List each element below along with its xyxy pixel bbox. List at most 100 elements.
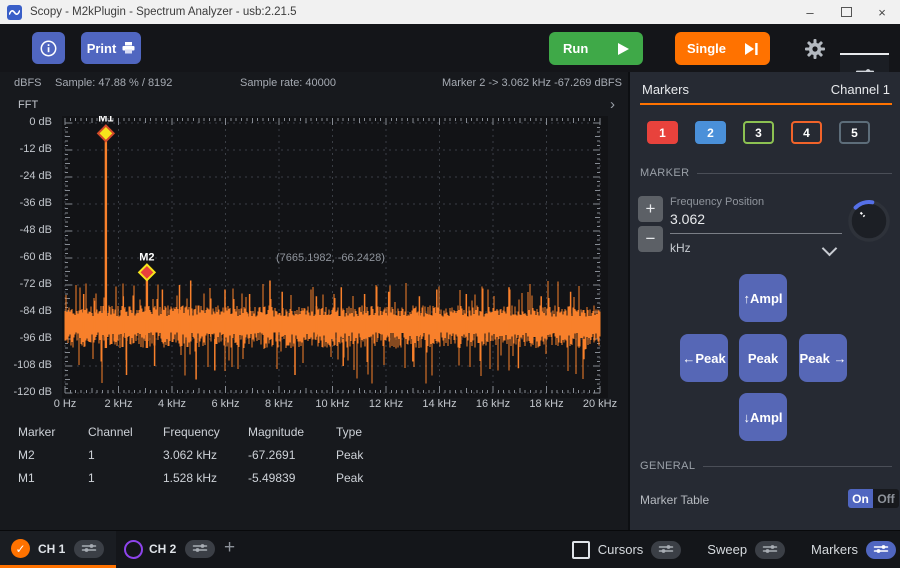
- frequency-knob[interactable]: [846, 198, 892, 249]
- marker-table-header-cell: Marker: [18, 425, 88, 439]
- sample-rate-status: Sample rate: 40000: [240, 77, 336, 89]
- y-axis-tick-label: -108 dB: [0, 359, 52, 371]
- marker-table-header-cell: Magnitude: [248, 425, 336, 439]
- marker-table-cell: Peak: [336, 448, 396, 462]
- channel2-label: CH 2: [149, 542, 176, 556]
- bottom-right-toggles: Cursors Sweep Markers: [572, 531, 896, 568]
- gear-icon[interactable]: [804, 38, 826, 60]
- sliders-icon: [873, 541, 889, 559]
- panel-divider: [640, 103, 892, 105]
- scopy-logo-icon: [7, 5, 22, 20]
- marker-table-cell: M1: [18, 471, 88, 485]
- x-axis-tick-label: 8 kHz: [253, 398, 305, 410]
- y-axis-tick-label: -60 dB: [0, 251, 52, 263]
- channel2-settings-button[interactable]: [185, 540, 215, 558]
- play-to-end-icon: [745, 43, 758, 55]
- y-axis-tick-label: -120 dB: [0, 386, 52, 398]
- sweep-label: Sweep: [707, 542, 747, 557]
- marker-button-2[interactable]: 2: [695, 121, 726, 144]
- close-button[interactable]: ×: [864, 0, 900, 24]
- frequency-position-label: Frequency Position: [670, 196, 764, 208]
- marker-button-3[interactable]: 3: [743, 121, 774, 144]
- marker-table-cell: 1.528 kHz: [163, 471, 248, 485]
- y-axis-tick-label: -84 dB: [0, 305, 52, 317]
- general-section-heading: GENERAL: [640, 460, 892, 472]
- chevron-down-icon[interactable]: [822, 241, 838, 257]
- channel1-enable-checkbox[interactable]: ✓: [11, 539, 30, 558]
- sample-status: Sample: 47.88 % / 8192: [55, 77, 172, 89]
- unit-label: dBFS: [14, 77, 42, 89]
- maximize-button[interactable]: [828, 0, 864, 24]
- print-button[interactable]: Print: [81, 32, 141, 64]
- panel-channel-label[interactable]: Channel 1: [831, 82, 890, 97]
- x-axis-tick-label: 6 kHz: [200, 398, 252, 410]
- marker-table-label: Marker Table: [640, 493, 709, 507]
- marker-table-toggle[interactable]: On Off: [848, 489, 899, 508]
- cursors-settings-button[interactable]: [651, 541, 681, 559]
- y-axis-tick-label: -96 dB: [0, 332, 52, 344]
- markers-panel: Markers Channel 1 12345 MARKER + − Frequ…: [628, 72, 900, 530]
- y-axis-tick-label: 0 dB: [0, 116, 52, 128]
- marker-table-cell: M2: [18, 448, 88, 462]
- amplitude-up-button[interactable]: ↑Ampl: [739, 274, 787, 322]
- sliders-icon: [658, 541, 674, 559]
- marker-table-header-cell: Type: [336, 425, 396, 439]
- marker-table-header-cell: Channel: [88, 425, 163, 439]
- peak-button[interactable]: Peak: [739, 334, 787, 382]
- x-axis-tick-label: 16 kHz: [467, 398, 519, 410]
- sweep-settings-button[interactable]: [755, 541, 785, 559]
- channel1-settings-button[interactable]: [74, 540, 104, 558]
- y-axis-tick-label: -36 dB: [0, 197, 52, 209]
- x-axis-tick-label: 2 kHz: [93, 398, 145, 410]
- toggle-on[interactable]: On: [848, 489, 873, 508]
- plot-annotation: (7665.1982, -66.2428): [276, 252, 385, 264]
- marker-table-header: MarkerChannelFrequencyMagnitudeType: [0, 420, 628, 443]
- panel-title: Markers: [642, 82, 689, 97]
- y-axis-tick-label: -48 dB: [0, 224, 52, 236]
- window-title: Scopy - M2kPlugin - Spectrum Analyzer - …: [30, 6, 297, 18]
- peak-left-button[interactable]: ←Peak: [680, 334, 728, 382]
- marker-button-1[interactable]: 1: [647, 121, 678, 144]
- toolbar: Print Run Single: [0, 24, 900, 72]
- marker-button-4[interactable]: 4: [791, 121, 822, 144]
- marker-table-header-cell: Frequency: [163, 425, 248, 439]
- marker-table-cell: -5.49839: [248, 471, 336, 485]
- sliders-icon: [762, 541, 778, 559]
- marker-table-row: M111.528 kHz-5.49839Peak: [0, 466, 628, 489]
- y-axis-tick-label: -72 dB: [0, 278, 52, 290]
- amplitude-down-button[interactable]: ↓Ampl: [739, 393, 787, 441]
- marker-select-buttons: 12345: [647, 121, 887, 144]
- plot-section: dBFS Sample: 47.88 % / 8192 Sample rate:…: [0, 72, 628, 530]
- frequency-underline: [670, 233, 842, 234]
- frequency-decrement-button[interactable]: −: [638, 226, 663, 252]
- run-button[interactable]: Run: [549, 32, 643, 65]
- play-icon: [618, 43, 629, 55]
- marker-table-cell: 1: [88, 448, 163, 462]
- peak-right-button[interactable]: Peak →: [799, 334, 847, 382]
- single-label: Single: [687, 41, 726, 56]
- spectrum-plot[interactable]: M1M2(7665.1982, -66.2428): [62, 116, 608, 398]
- info-button[interactable]: [32, 32, 65, 64]
- sliders-icon: [81, 540, 97, 558]
- channel2-enable-checkbox[interactable]: [124, 540, 143, 559]
- marker-label-M2: M2: [139, 251, 154, 263]
- markers-settings-button[interactable]: [866, 541, 896, 559]
- frequency-value-input[interactable]: 3.062: [670, 211, 705, 227]
- marker-table-cell: Peak: [336, 471, 396, 485]
- frequency-unit-select[interactable]: kHz: [670, 241, 691, 255]
- markers-label: Markers: [811, 542, 858, 557]
- y-axis-tick-label: -24 dB: [0, 170, 52, 182]
- marker-button-5[interactable]: 5: [839, 121, 870, 144]
- run-label: Run: [563, 41, 588, 56]
- marker-table-cell: 1: [88, 471, 163, 485]
- channel1-label: CH 1: [38, 542, 65, 556]
- add-channel-button[interactable]: +: [224, 537, 235, 559]
- toggle-off[interactable]: Off: [873, 489, 899, 508]
- frequency-increment-button[interactable]: +: [638, 196, 663, 222]
- minimize-button[interactable]: –: [792, 0, 828, 24]
- expand-chevron-icon[interactable]: ›: [610, 96, 615, 113]
- marker-table: MarkerChannelFrequencyMagnitudeTypeM213.…: [0, 420, 628, 489]
- cursors-checkbox[interactable]: [572, 541, 590, 559]
- x-axis-tick-label: 20 kHz: [574, 398, 626, 410]
- single-button[interactable]: Single: [675, 32, 770, 65]
